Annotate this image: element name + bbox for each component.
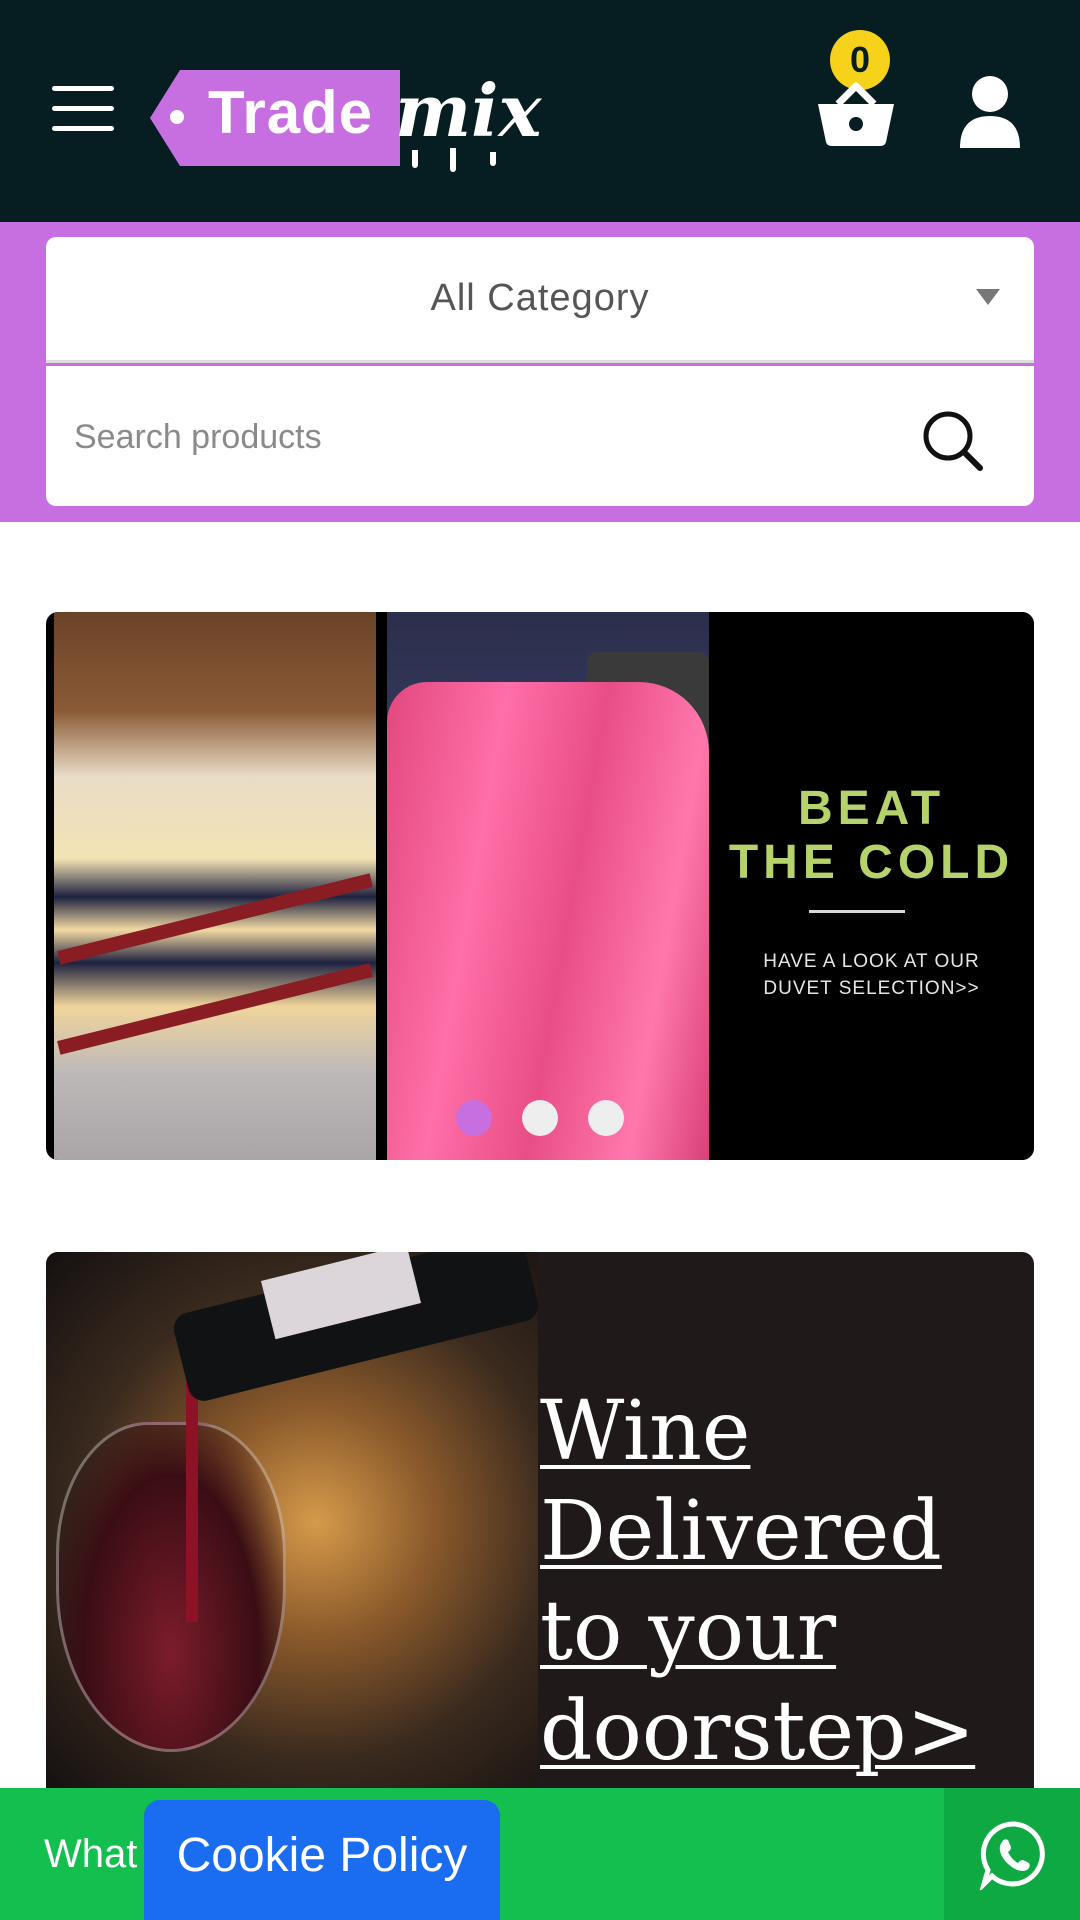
category-selected-value: All Category <box>430 277 650 319</box>
slider-pagination <box>456 1100 636 1140</box>
logo-text-trade: Trade <box>208 79 374 146</box>
blanket-photo-pink <box>387 612 709 1160</box>
cookie-policy-button[interactable]: Cookie Policy <box>144 1800 500 1920</box>
cookie-policy-label: Cookie Policy <box>176 1829 468 1882</box>
search-icon <box>923 411 983 471</box>
slider-dot-2[interactable] <box>522 1100 558 1136</box>
cart-button[interactable]: 0 <box>816 30 896 150</box>
cart-count-badge: 0 <box>830 30 890 90</box>
basket-icon <box>818 82 894 146</box>
promo-banner-wine[interactable]: Wine Delivered to your doorstep> <box>46 1252 1034 1792</box>
user-icon <box>960 76 1020 148</box>
wine-banner-link[interactable]: Wine Delivered to your doorstep> <box>540 1382 1020 1782</box>
promo-slider-duvets[interactable]: BEAT THE COLD HAVE A LOOK AT OUR DUVET S… <box>46 612 1034 1160</box>
site-logo[interactable]: Trade mix <box>150 68 541 176</box>
search-box <box>46 366 1034 506</box>
whatsapp-button[interactable] <box>944 1788 1080 1920</box>
logo-drip <box>490 152 496 166</box>
banner-subtext: HAVE A LOOK AT OUR DUVET SELECTION>> <box>763 951 980 999</box>
logo-tag-hole <box>170 110 184 124</box>
slider-dot-1[interactable] <box>456 1100 492 1136</box>
category-select[interactable]: All Category <box>46 237 1034 363</box>
logo-text-mix: mix <box>395 68 542 153</box>
hamburger-menu-icon[interactable] <box>52 86 114 131</box>
app-header: Trade mix 0 <box>0 0 1080 222</box>
logo-drip <box>412 150 418 168</box>
slider-dot-3[interactable] <box>588 1100 624 1136</box>
whatsapp-icon <box>979 1821 1045 1890</box>
account-button[interactable] <box>958 76 1022 148</box>
wine-photo <box>46 1252 542 1792</box>
duvet-photo-striped <box>54 612 376 1160</box>
banner-text-panel: BEAT THE COLD HAVE A LOOK AT OUR DUVET S… <box>709 612 1034 1160</box>
search-input[interactable] <box>74 402 894 472</box>
whatsapp-label: What <box>44 1832 138 1876</box>
search-button[interactable] <box>918 406 988 476</box>
banner-headline: BEAT THE COLD <box>728 782 1015 889</box>
dropdown-caret-icon <box>976 289 1000 305</box>
divider <box>809 910 905 913</box>
logo-drip <box>450 148 456 172</box>
